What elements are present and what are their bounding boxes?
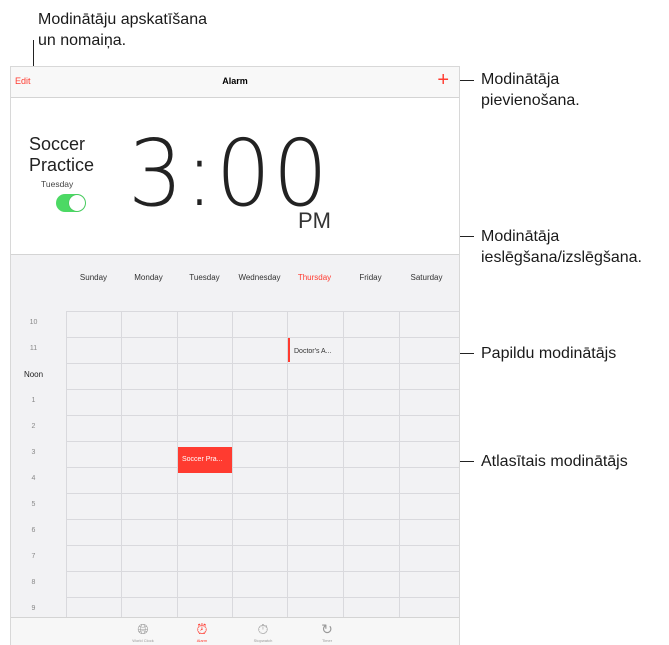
- week-calendar: Sunday Monday Tuesday Wednesday Thursday…: [11, 255, 459, 645]
- callout-edit: Modinātāju apskatīšana un nomaiņa.: [38, 9, 207, 51]
- day-header-saturday: Saturday: [410, 273, 443, 282]
- day-gridline: [66, 311, 67, 625]
- hour-label-5: 5: [31, 501, 36, 508]
- day-header-thursday: Thursday: [297, 273, 332, 282]
- day-gridline: [343, 311, 344, 625]
- callout-toggle-line2: ieslēgšana/izslēgšana.: [481, 249, 642, 266]
- day-header-monday: Monday: [134, 273, 163, 282]
- hour-label-7: 7: [31, 553, 36, 560]
- toggle-knob: [69, 195, 85, 211]
- day-gridline: [121, 311, 122, 625]
- hour-label-1: 1: [31, 397, 36, 404]
- alarm-detail-panel: Soccer Practice Tuesday 3:00 PM: [11, 98, 459, 255]
- tab-timer[interactable]: ↻ Timer: [307, 621, 347, 643]
- hour-label-11: 11: [29, 345, 38, 352]
- tab-stopwatch[interactable]: ⏱︎ Stopwatch: [243, 621, 283, 643]
- callout-selected: Atlasītais modinātājs: [481, 453, 628, 470]
- hour-label-noon: Noon: [23, 370, 44, 379]
- hour-gridline: [66, 545, 459, 546]
- callout-additional: Papildu modinātājs: [481, 345, 617, 362]
- hour-label-4: 4: [31, 475, 36, 482]
- tab-world-clock[interactable]: 🌐︎ World Clock: [123, 621, 163, 643]
- page-title: Alarm: [222, 76, 248, 86]
- doctor-alarm-event[interactable]: Doctor's A...: [288, 338, 343, 362]
- tab-label: Alarm: [196, 638, 208, 643]
- tab-alarm[interactable]: ⏰︎ Alarm: [182, 621, 222, 643]
- plus-icon[interactable]: +: [437, 69, 449, 91]
- day-gridline: [399, 311, 400, 625]
- hour-label-8: 8: [31, 579, 36, 586]
- hour-gridline: [66, 467, 459, 468]
- alarm-toggle[interactable]: [56, 194, 86, 212]
- globe-icon: 🌐︎: [137, 621, 149, 637]
- hour-gridline: [66, 519, 459, 520]
- timer-icon: ↻: [321, 621, 333, 637]
- soccer-alarm-event[interactable]: Soccer Pra...: [178, 447, 232, 473]
- callout-add: Modinātāja pievienošana.: [481, 69, 580, 111]
- callout-edit-line1: Modinātāju apskatīšana: [38, 11, 207, 28]
- tab-label: Timer: [321, 638, 333, 643]
- callout-edit-line2: un nomaiņa.: [38, 32, 127, 49]
- tab-label: World Clock: [132, 638, 154, 643]
- stopwatch-icon: ⏱︎: [257, 621, 269, 637]
- alarm-clock-icon: ⏰︎: [196, 621, 208, 637]
- navigation-bar: Edit Alarm +: [11, 67, 459, 98]
- callout-add-line1: Modinātāja: [481, 71, 560, 88]
- alarm-day: Tuesday: [41, 179, 74, 189]
- callout-toggle: Modinātāja ieslēgšana/izslēgšana.: [481, 226, 642, 268]
- ipad-screen: Edit Alarm + Soccer Practice Tuesday 3:0…: [10, 66, 460, 645]
- hour-gridline: [66, 337, 459, 338]
- hour-gridline: [66, 389, 459, 390]
- callout-toggle-line1: Modinātāja: [481, 228, 560, 245]
- hour-gridline: [66, 441, 459, 442]
- hour-gridline: [66, 597, 459, 598]
- day-header-friday: Friday: [359, 273, 382, 282]
- hour-label-9: 9: [31, 605, 36, 612]
- hour-gridline: [66, 363, 459, 364]
- hour-gridline: [66, 571, 459, 572]
- day-header-sunday: Sunday: [79, 273, 108, 282]
- hour-gridline: [66, 311, 459, 312]
- hour-label-2: 2: [31, 423, 36, 430]
- hour-label-3: 3: [31, 449, 36, 456]
- alarm-label: Soccer Practice: [29, 134, 95, 175]
- tab-bar: 🌐︎ World Clock ⏰︎ Alarm ⏱︎ Stopwatch ↻ T…: [11, 617, 459, 645]
- day-header-wednesday: Wednesday: [238, 273, 281, 282]
- tab-label: Stopwatch: [253, 638, 273, 643]
- callout-add-line2: pievienošana.: [481, 92, 580, 109]
- day-gridline: [232, 311, 233, 625]
- alarm-period: PM: [298, 208, 331, 233]
- hour-gridline: [66, 493, 459, 494]
- hour-label-10: 10: [29, 319, 38, 326]
- day-header-tuesday: Tuesday: [189, 273, 220, 282]
- hour-gridline: [66, 415, 459, 416]
- hour-label-6: 6: [31, 527, 36, 534]
